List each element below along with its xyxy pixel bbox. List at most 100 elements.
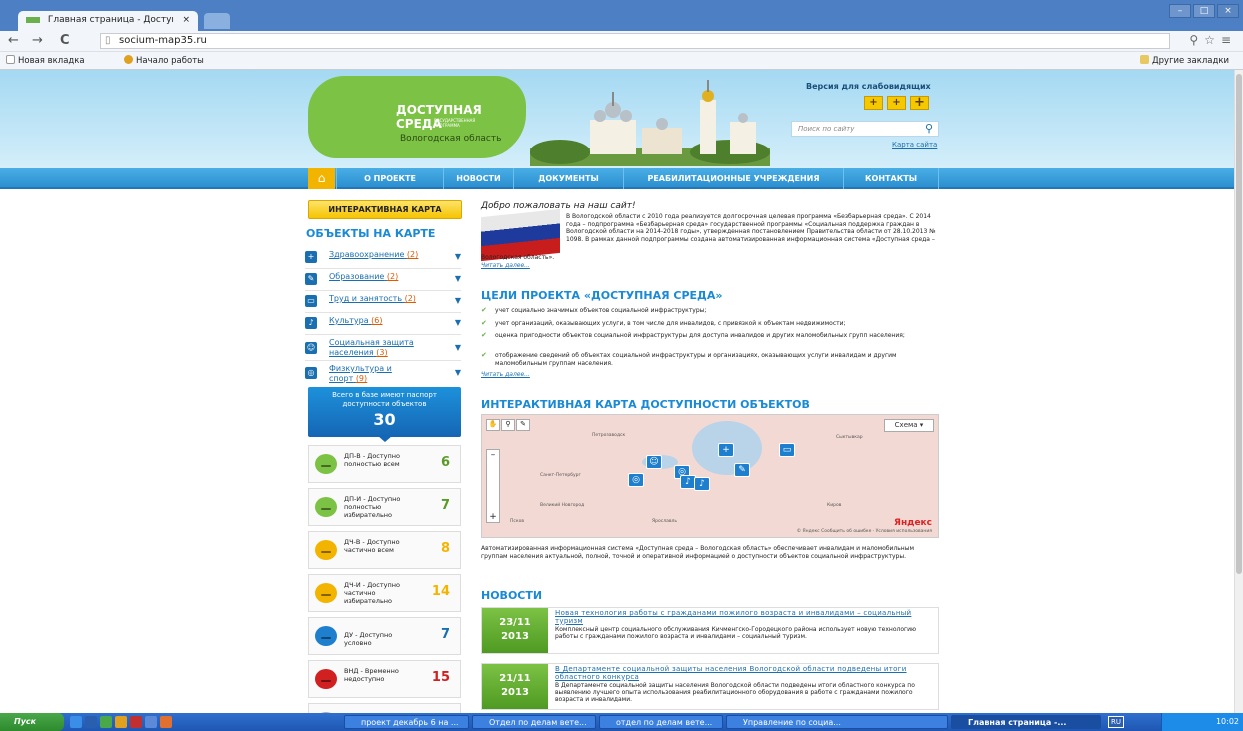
status-dp-i[interactable]: ДП-И - Доступно полностью избирательно 7 bbox=[308, 488, 461, 526]
goals-title: ЦЕЛИ ПРОЕКТА «ДОСТУПНАЯ СРЕДА» bbox=[481, 289, 723, 302]
reload-icon[interactable]: C bbox=[60, 33, 70, 48]
browser-menu-icons[interactable]: ⚲☆≡ bbox=[1189, 33, 1237, 47]
category-label[interactable]: Здравоохранение bbox=[329, 250, 404, 259]
interactive-map[interactable]: ✋ ⚲ ✎ – + Схема ▾ Петрозаводск Сыктывкар… bbox=[481, 414, 939, 538]
back-icon[interactable]: ← bbox=[8, 33, 19, 48]
map-marker-labor[interactable]: ▭ bbox=[779, 443, 795, 457]
start-button[interactable]: Пуск bbox=[0, 713, 64, 731]
menu-item-contacts[interactable]: КОНТАКТЫ bbox=[843, 168, 939, 189]
chevron-down-icon[interactable]: ▼ bbox=[455, 368, 461, 377]
sitemap-link[interactable]: Карта сайта bbox=[892, 141, 937, 149]
forward-icon[interactable]: → bbox=[32, 33, 43, 48]
news-title-link[interactable]: Новая технология работы с гражданами пож… bbox=[555, 609, 935, 625]
map-marker-sport[interactable]: ◎ bbox=[628, 473, 644, 487]
category-culture[interactable]: ♪ Культура (6) ▼ bbox=[305, 313, 461, 335]
status-vnd[interactable]: ВНД - Временно недоступно 15 bbox=[308, 660, 461, 698]
chevron-down-icon[interactable]: ▼ bbox=[455, 296, 461, 305]
scrollbar-thumb[interactable] bbox=[1236, 74, 1242, 574]
category-label[interactable]: Образование bbox=[329, 272, 384, 281]
taskbar-task[interactable]: Отдел по делам вете... bbox=[472, 715, 596, 729]
search-icon[interactable]: ⚲ bbox=[925, 122, 933, 135]
map-type-select[interactable]: Схема ▾ bbox=[884, 419, 934, 432]
status-dp-v[interactable]: ДП-В - Доступно полностью всем 6 bbox=[308, 445, 461, 483]
news-title-link[interactable]: В Департаменте социальной защиты населен… bbox=[555, 665, 935, 681]
site-logo[interactable]: ДОСТУПНАЯ СРЕДА ГОСУДАРСТВЕННАЯ ПРОГРАММ… bbox=[308, 76, 526, 158]
map-tools: ✋ ⚲ ✎ bbox=[486, 419, 530, 431]
menu-item-news[interactable]: НОВОСТИ bbox=[443, 168, 513, 189]
status-more[interactable] bbox=[308, 703, 461, 713]
bookmark-new-tab[interactable]: Новая вкладка bbox=[6, 55, 85, 66]
category-label[interactable]: Культура bbox=[329, 316, 369, 325]
status-dch-i[interactable]: ДЧ-И - Доступно частично избирательно 14 bbox=[308, 574, 461, 612]
home-icon[interactable]: ⌂ bbox=[308, 168, 335, 189]
chevron-down-icon[interactable]: ▼ bbox=[455, 252, 461, 261]
map-marker-culture[interactable]: ♪ bbox=[694, 477, 710, 491]
font-size-large-button[interactable]: + bbox=[910, 96, 929, 110]
search-input[interactable]: Поиск по сайту ⚲ bbox=[791, 121, 939, 137]
taskbar-task[interactable]: отдел по делам вете... bbox=[599, 715, 723, 729]
chevron-down-icon[interactable]: ▼ bbox=[455, 274, 461, 283]
page-scrollbar[interactable] bbox=[1234, 70, 1243, 713]
browser-tab[interactable]: Главная страница - Достуı × bbox=[18, 11, 198, 31]
news-date-year: 2013 bbox=[501, 631, 529, 642]
ruler-icon[interactable]: ✎ bbox=[516, 419, 530, 431]
new-tab-button[interactable] bbox=[204, 13, 230, 29]
news-item[interactable]: 23/11 2013 Новая технология работы с граж… bbox=[481, 607, 939, 654]
bookmark-getting-started[interactable]: Начало работы bbox=[124, 55, 204, 66]
category-count: (3) bbox=[376, 348, 388, 357]
other-bookmarks[interactable]: Другие закладки bbox=[1140, 55, 1229, 66]
status-value: 7 bbox=[440, 627, 450, 642]
app-icon[interactable] bbox=[145, 716, 157, 728]
status-label: ДП-И - Доступно полностью избирательно bbox=[344, 495, 401, 519]
chevron-down-icon[interactable]: ▼ bbox=[455, 343, 461, 352]
menu-item-about[interactable]: О ПРОЕКТЕ bbox=[336, 168, 443, 189]
category-label[interactable]: Труд и занятость bbox=[329, 294, 402, 303]
clock[interactable]: 10:02 bbox=[1216, 717, 1239, 726]
tab-close-icon[interactable]: × bbox=[182, 15, 190, 25]
status-du[interactable]: ДУ - Доступно условно 7 bbox=[308, 617, 461, 655]
chevron-down-icon[interactable]: ▼ bbox=[455, 318, 461, 327]
close-window-icon[interactable]: × bbox=[1217, 4, 1239, 18]
category-social[interactable]: ☺ Социальная защита населения (3) ▼ bbox=[305, 335, 461, 361]
font-size-small-button[interactable]: + bbox=[864, 96, 883, 110]
address-bar[interactable]: ▯ socium-map35.ru bbox=[100, 33, 1170, 49]
interactive-map-button[interactable]: ИНТЕРАКТИВНАЯ КАРТА bbox=[308, 200, 462, 219]
welcome-more-link[interactable]: Читать далее... bbox=[481, 262, 530, 269]
language-indicator[interactable]: RU bbox=[1108, 716, 1124, 728]
map-marker-education[interactable]: ✎ bbox=[734, 463, 750, 477]
chrome-icon[interactable] bbox=[115, 716, 127, 728]
minimize-icon[interactable]: – bbox=[1169, 4, 1191, 18]
zoom-slider[interactable]: – + bbox=[486, 449, 500, 523]
news-item[interactable]: 21/11 2013 В Департаменте социальной защи… bbox=[481, 663, 939, 710]
map-copyright[interactable]: © Яндекс Сообщить об ошибке · Условия ис… bbox=[797, 529, 932, 534]
town-label: Санкт-Петербург bbox=[540, 473, 581, 478]
category-count: (2) bbox=[404, 294, 416, 303]
category-education[interactable]: ✎ Образование (2) ▼ bbox=[305, 269, 461, 291]
menu-item-documents[interactable]: ДОКУМЕНТЫ bbox=[513, 168, 623, 189]
category-health[interactable]: + Здравоохранение (2) ▼ bbox=[305, 247, 461, 269]
map-marker-social[interactable]: ☺ bbox=[646, 455, 662, 469]
category-sport[interactable]: ◎ Физкультура и спорт (9) ▼ bbox=[305, 361, 461, 385]
menu-item-rehab[interactable]: РЕАБИЛИТАЦИОННЫЕ УЧРЕЖДЕНИЯ bbox=[623, 168, 843, 189]
hand-icon[interactable]: ✋ bbox=[486, 419, 500, 431]
explorer-icon[interactable] bbox=[100, 716, 112, 728]
zoom-out-icon[interactable]: – bbox=[487, 450, 499, 460]
taskbar-task-active[interactable]: Главная страница -... bbox=[951, 715, 1101, 729]
map-marker-health[interactable]: + bbox=[718, 443, 734, 457]
taskbar-task[interactable]: Управление по социа... bbox=[726, 715, 948, 729]
zoom-in-icon[interactable]: + bbox=[487, 512, 499, 522]
taskbar-task[interactable]: проект декабрь 6 на ... bbox=[344, 715, 469, 729]
goals-more-link[interactable]: Читать далее... bbox=[481, 371, 530, 378]
category-labor[interactable]: ▭ Труд и занятость (2) ▼ bbox=[305, 291, 461, 313]
status-dch-v[interactable]: ДЧ-В - Доступно частично всем 8 bbox=[308, 531, 461, 569]
app-icon[interactable] bbox=[130, 716, 142, 728]
word-icon[interactable] bbox=[85, 716, 97, 728]
font-size-medium-button[interactable]: + bbox=[887, 96, 906, 110]
magnifier-icon[interactable]: ⚲ bbox=[501, 419, 515, 431]
category-label[interactable]: Социальная защита населения bbox=[329, 338, 414, 357]
maximize-icon[interactable]: □ bbox=[1193, 4, 1215, 18]
ie-icon[interactable] bbox=[70, 716, 82, 728]
app-icon[interactable] bbox=[160, 716, 172, 728]
status-label: ДЧ-В - Доступно частично всем bbox=[344, 538, 400, 554]
ball-icon: ◎ bbox=[305, 367, 317, 379]
